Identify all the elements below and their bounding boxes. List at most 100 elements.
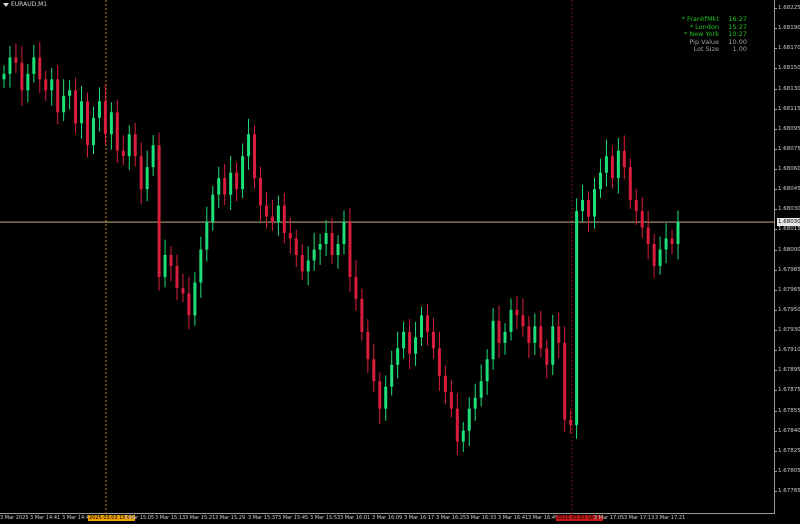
symbol-text: EURAUD,M1 [11, 1, 48, 8]
candle-body [652, 244, 656, 266]
candle-body [247, 134, 251, 157]
candle-body [634, 200, 638, 212]
time-tick-label: 3 Mar 15:45 [278, 515, 309, 521]
candle-body [622, 150, 626, 168]
candle-body [157, 145, 161, 277]
candle-body [282, 205, 286, 234]
candle-body [336, 244, 340, 255]
candle-body [646, 227, 650, 245]
candle-body [354, 276, 358, 299]
candle-body [330, 233, 334, 255]
candlestick-series [0, 0, 775, 514]
candle-body [348, 222, 352, 277]
candle-body [443, 375, 447, 393]
candle-body [62, 95, 66, 113]
price-tick-label: 1.67855 [775, 407, 800, 414]
price-chart-plot[interactable]: EURAUD,M1 * FrankfMkt 16:27 * London 15:27… [0, 0, 775, 514]
candle-body [455, 408, 459, 442]
candle-body [163, 254, 167, 277]
candle-body [616, 150, 620, 179]
candle-body [44, 79, 48, 91]
price-tick-label: 1.68095 [775, 125, 800, 132]
time-tick-label: 3 Mar 2025 [0, 515, 29, 521]
candle-body [223, 178, 227, 195]
time-tick-label: 3 Mar 17:13 [624, 515, 655, 521]
price-tick-label: 1.68170 [775, 45, 800, 52]
price-axis[interactable]: 1.68225 1.68190 1.68170 1.68150 1.68130 1.681… [775, 0, 800, 514]
candle-body [557, 326, 561, 343]
candle-body [431, 331, 435, 349]
candle-body [193, 282, 197, 316]
time-axis[interactable]: 3 Mar 2025 3 Mar 14:41 3 Mar 14:49 2025.03.… [0, 514, 776, 524]
candle-body [74, 90, 78, 124]
candle-body [396, 348, 400, 365]
chart-window[interactable]: EURAUD,M1 * FrankfMkt 16:27 * London 15:27… [0, 0, 800, 524]
time-tick-label: 3 Mar 15:37 [248, 515, 279, 521]
candle-body [300, 254, 304, 272]
candle-body [91, 117, 95, 146]
candle-body [372, 359, 376, 382]
candle-body [408, 331, 412, 354]
time-tick-label: 3 Mar 16:09 [372, 515, 403, 521]
candle-body [533, 326, 537, 343]
candle-body [378, 381, 382, 409]
price-tick-label: 1.67785 [775, 488, 800, 494]
price-tick-label: 1.67875 [775, 387, 800, 394]
candle-body [318, 244, 322, 250]
candle-body [503, 331, 507, 343]
info-label: Lot Size [693, 45, 719, 54]
candle-body [205, 222, 209, 250]
candle-body [68, 90, 72, 96]
candle-body [56, 79, 60, 113]
candle-body [360, 298, 364, 332]
candle-body [175, 265, 179, 288]
candle-body [258, 178, 262, 206]
candle-body [521, 315, 525, 327]
candle-body [479, 381, 483, 398]
candle-body [581, 200, 585, 212]
time-tick-label: 3 Mar 16:41 [498, 515, 529, 521]
candle-body [8, 57, 12, 74]
candle-body [270, 216, 274, 223]
candle-body [151, 145, 155, 168]
price-tick-label: 1.67895 [775, 367, 800, 374]
price-tick-label: 1.68060 [775, 166, 800, 172]
candle-body [253, 134, 257, 179]
candle-body [109, 112, 113, 135]
candle-body [103, 101, 107, 135]
price-tick-label: 1.68150 [775, 65, 800, 72]
time-tick-label: 3 Mar 14:41 [30, 515, 61, 521]
price-tick-label: 1.68075 [775, 145, 800, 152]
candle-body [26, 73, 30, 91]
candle-body [658, 249, 662, 266]
candle-body [527, 326, 531, 343]
time-tick-label: 3 Mar 16:25 [436, 515, 467, 521]
candle-body [569, 419, 573, 426]
candle-body [390, 364, 394, 387]
price-tick-label: 1.68030 [775, 206, 800, 213]
candle-body [294, 238, 298, 255]
time-tick-label: 3 Mar 17:21 [655, 515, 686, 521]
price-tick-label: 1.67950 [775, 306, 800, 313]
candle-body [211, 194, 215, 223]
candle-body [563, 342, 567, 420]
candle-body [324, 233, 328, 245]
candle-body [545, 348, 549, 365]
candle-body [115, 112, 119, 151]
info-row-lot-size: Lot Size 1.00 [682, 46, 747, 54]
time-tick-label: 3 Mar 15:21 [185, 515, 216, 521]
candle-body [485, 359, 489, 382]
candle-body [139, 156, 143, 190]
candle-body [592, 189, 596, 217]
time-tick-label: 3 Mar 15:05 [124, 515, 155, 521]
price-tick-label: 1.68015 [775, 226, 800, 233]
candle-body [342, 222, 346, 245]
time-tick-label: 3 Mar 16:01 [340, 515, 371, 521]
candle-body [264, 205, 268, 217]
candle-body [598, 172, 602, 190]
price-tick-label: 1.67930 [775, 327, 800, 333]
price-tick-label: 1.67805 [775, 467, 800, 474]
symbol-label[interactable]: EURAUD,M1 [3, 1, 47, 8]
candle-body [145, 167, 149, 190]
price-tick-label: 1.68000 [775, 246, 800, 253]
